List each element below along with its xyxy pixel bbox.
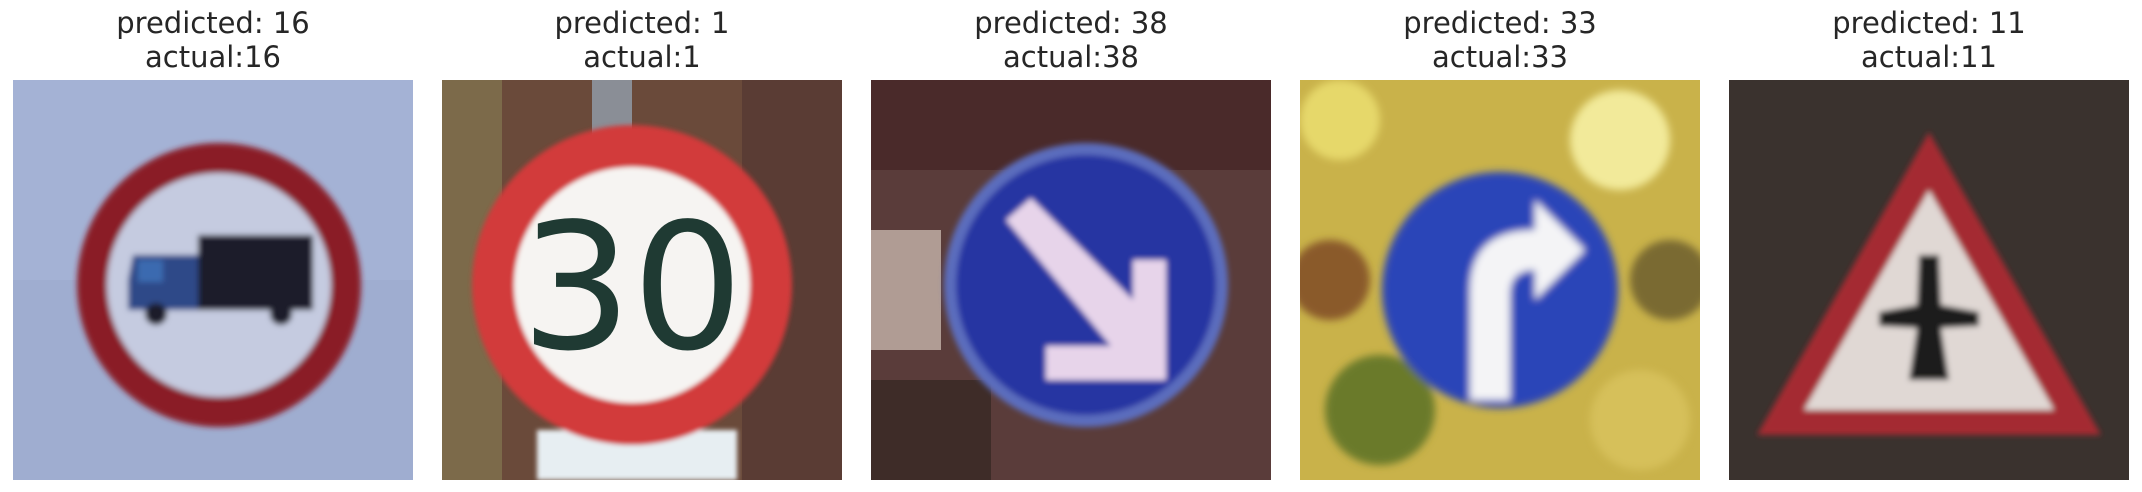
actual-label: actual:11 <box>1861 40 1997 74</box>
predicted-label: predicted: 1 <box>554 6 730 40</box>
predicted-label: predicted: 16 <box>116 6 310 40</box>
sign-image-speed-limit-30: 30 <box>442 80 842 480</box>
sign-image-no-trucks <box>13 80 413 480</box>
sign-number-30: 30 <box>521 187 744 390</box>
panel-caption: predicted: 11 actual:11 <box>1729 6 2129 74</box>
image-panel-3: predicted: 38 actual:38 <box>871 0 1271 492</box>
actual-label: actual:33 <box>1432 40 1568 74</box>
predicted-label: predicted: 33 <box>1403 6 1597 40</box>
sign-image-right-of-way <box>1729 80 2129 480</box>
image-panel-4: predicted: 33 actual:33 <box>1300 0 1700 492</box>
image-panel-5: predicted: 11 actual:11 <box>1729 0 2129 492</box>
actual-label: actual:1 <box>583 40 701 74</box>
image-panel-2: predicted: 1 actual:1 30 <box>442 0 842 492</box>
panel-caption: predicted: 33 actual:33 <box>1300 6 1700 74</box>
panel-caption: predicted: 16 actual:16 <box>13 6 413 74</box>
image-panel-1: predicted: 16 actual:16 <box>13 0 413 492</box>
sign-image-keep-right <box>871 80 1271 480</box>
actual-label: actual:38 <box>1003 40 1139 74</box>
sign-image-turn-right-ahead <box>1300 80 1700 480</box>
panel-caption: predicted: 1 actual:1 <box>442 6 842 74</box>
actual-label: actual:16 <box>145 40 281 74</box>
panel-caption: predicted: 38 actual:38 <box>871 6 1271 74</box>
predicted-label: predicted: 11 <box>1832 6 2026 40</box>
predicted-label: predicted: 38 <box>974 6 1168 40</box>
